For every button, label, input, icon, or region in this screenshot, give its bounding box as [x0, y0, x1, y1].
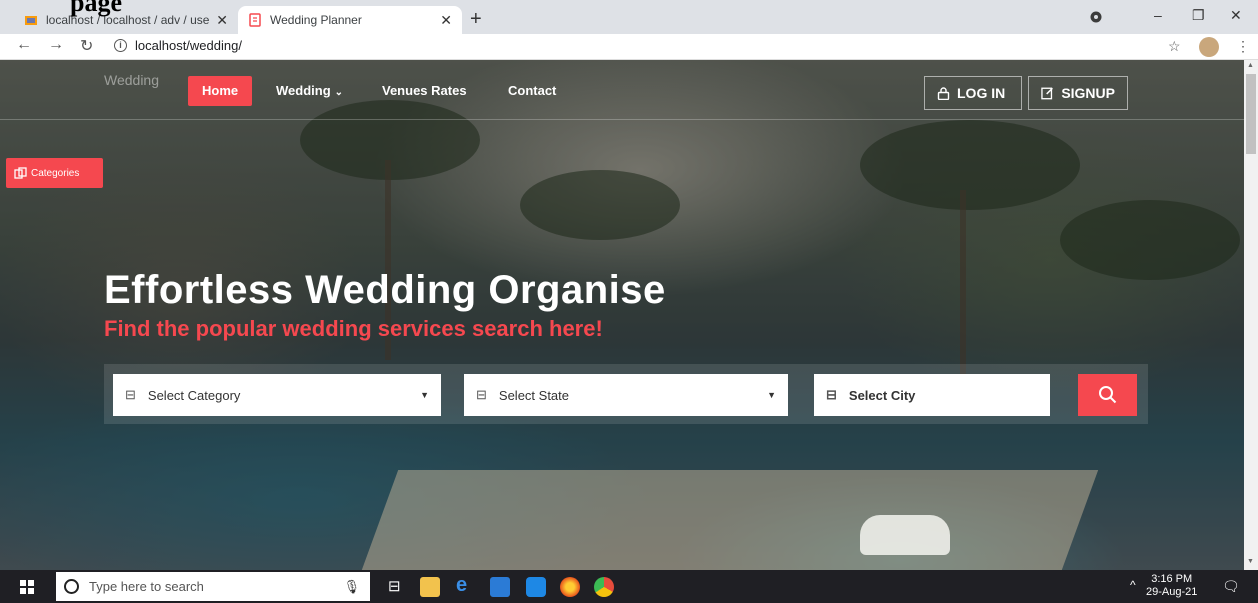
chevron-down-icon: ⌄: [334, 87, 344, 98]
pool-deck: [361, 470, 1099, 570]
file-explorer-icon[interactable]: [420, 577, 440, 597]
windows-start-icon[interactable]: [20, 580, 34, 594]
clock-date: 29-Aug-21: [1146, 586, 1198, 598]
close-window-button[interactable]: ✕: [1230, 7, 1242, 24]
taskbar-search-placeholder: Type here to search: [89, 579, 204, 594]
city-select-label: Select City: [848, 387, 916, 403]
login-button[interactable]: LOG IN: [924, 76, 1022, 110]
nav-wedding-label: Wedding: [276, 83, 331, 98]
mail-icon[interactable]: [526, 577, 546, 597]
search-button[interactable]: [1078, 374, 1137, 416]
briefcase-icon: ⊟: [125, 387, 136, 402]
task-view-icon[interactable]: ⊟: [388, 577, 401, 595]
browser-toolbar: ← → ↻ i localhost/wedding/ ☆ ⋮: [0, 34, 1258, 60]
tab-title: Wedding Planner: [270, 13, 362, 27]
category-select-label: Select Category: [147, 387, 241, 403]
search-bar: ⊟ Select Category ▼ ⊟ Select State ▼ ⊟ S…: [104, 364, 1148, 424]
signup-button[interactable]: SIGNUP: [1028, 76, 1128, 110]
store-icon[interactable]: [490, 577, 510, 597]
new-tab-button[interactable]: +: [470, 8, 482, 31]
scroll-up-arrow-icon[interactable]: ▲: [1247, 62, 1254, 69]
notifications-icon[interactable]: 🗨: [1222, 578, 1240, 595]
nav-contact[interactable]: Contact: [494, 76, 570, 106]
address-bar[interactable]: i localhost/wedding/: [114, 38, 242, 53]
briefcase-icon: ⊟: [476, 387, 487, 402]
site-brand[interactable]: Wedding: [104, 72, 159, 88]
microphone-icon[interactable]: 🎙: [343, 579, 360, 595]
nav-wedding[interactable]: Wedding ⌄: [262, 76, 357, 106]
hero-section: Wedding Home Wedding ⌄ Venues Rates Conta…: [0, 60, 1244, 570]
categories-button[interactable]: Categories: [6, 158, 103, 188]
site-navbar: Wedding Home Wedding ⌄ Venues Rates Conta…: [0, 60, 1244, 120]
lock-icon: [937, 86, 950, 100]
copy-icon: [14, 167, 27, 179]
browser-tab-wedding-planner[interactable]: Wedding Planner ✕: [238, 6, 462, 34]
background-palm: [860, 120, 1080, 210]
page-scrollbar[interactable]: ▲ ▼: [1244, 60, 1258, 570]
url-text: localhost/wedding/: [135, 38, 242, 53]
signup-label: SIGNUP: [1061, 85, 1115, 101]
nav-venues-rates[interactable]: Venues Rates: [368, 76, 481, 106]
browser-tab-phpmyadmin[interactable]: localhost / localhost / adv / users ✕: [14, 6, 238, 34]
state-select-label: Select State: [498, 387, 570, 403]
caret-down-icon: ▼: [420, 390, 429, 400]
bookmark-star-icon[interactable]: ☆: [1168, 38, 1181, 55]
hero-title: Effortless Wedding Organise: [104, 268, 666, 312]
forward-arrow-icon[interactable]: →: [48, 36, 64, 54]
restore-button[interactable]: ❐: [1192, 7, 1205, 24]
login-label: LOG IN: [957, 85, 1006, 101]
nav-home[interactable]: Home: [188, 76, 253, 106]
edit-icon: [1041, 87, 1053, 100]
search-icon: [1098, 386, 1116, 404]
browser-menu-icon[interactable]: ⋮: [1236, 38, 1250, 55]
system-clock[interactable]: 3:16 PM 29-Aug-21: [1146, 573, 1197, 599]
site-info-icon[interactable]: i: [114, 39, 127, 52]
chevron-up-icon[interactable]: ^: [1130, 578, 1136, 592]
reload-icon[interactable]: ↻: [80, 36, 93, 56]
windows-taskbar: Type here to search 🎙 ⊟ e ^ 3:16 PM 29-A…: [0, 570, 1258, 603]
towel: [860, 515, 950, 555]
chrome-icon[interactable]: [594, 577, 614, 597]
edge-browser-icon[interactable]: e: [456, 574, 476, 596]
cortana-icon: [64, 579, 79, 594]
phpmyadmin-icon: [25, 16, 37, 25]
minimize-button[interactable]: –: [1154, 7, 1162, 23]
tab-close-icon[interactable]: ✕: [216, 12, 228, 29]
taskbar-search-box[interactable]: Type here to search 🎙: [56, 572, 370, 601]
briefcase-icon: ⊟: [826, 387, 837, 402]
scrollbar-thumb[interactable]: [1246, 74, 1256, 154]
background-palm: [1060, 200, 1240, 280]
background-palm: [520, 170, 680, 240]
firefox-icon[interactable]: [560, 577, 580, 597]
avatar[interactable]: [1199, 37, 1219, 57]
state-select[interactable]: ⊟ Select State ▼: [464, 374, 788, 416]
categories-label: Categories: [31, 167, 80, 179]
scroll-down-arrow-icon[interactable]: ▼: [1247, 558, 1254, 565]
profile-menu-icon[interactable]: [1090, 11, 1102, 23]
document-heading: page: [70, 0, 122, 17]
city-select[interactable]: ⊟ Select City: [814, 374, 1050, 416]
back-arrow-icon[interactable]: ←: [16, 36, 32, 54]
category-select[interactable]: ⊟ Select Category ▼: [113, 374, 441, 416]
clock-time: 3:16 PM: [1151, 573, 1193, 585]
browser-tab-strip: localhost / localhost / adv / users ✕ We…: [0, 0, 1258, 34]
tab-close-icon[interactable]: ✕: [440, 12, 452, 29]
caret-down-icon: ▼: [767, 390, 776, 400]
hero-subtitle: Find the popular wedding services search…: [104, 316, 603, 341]
wedding-planner-favicon: [249, 13, 261, 27]
